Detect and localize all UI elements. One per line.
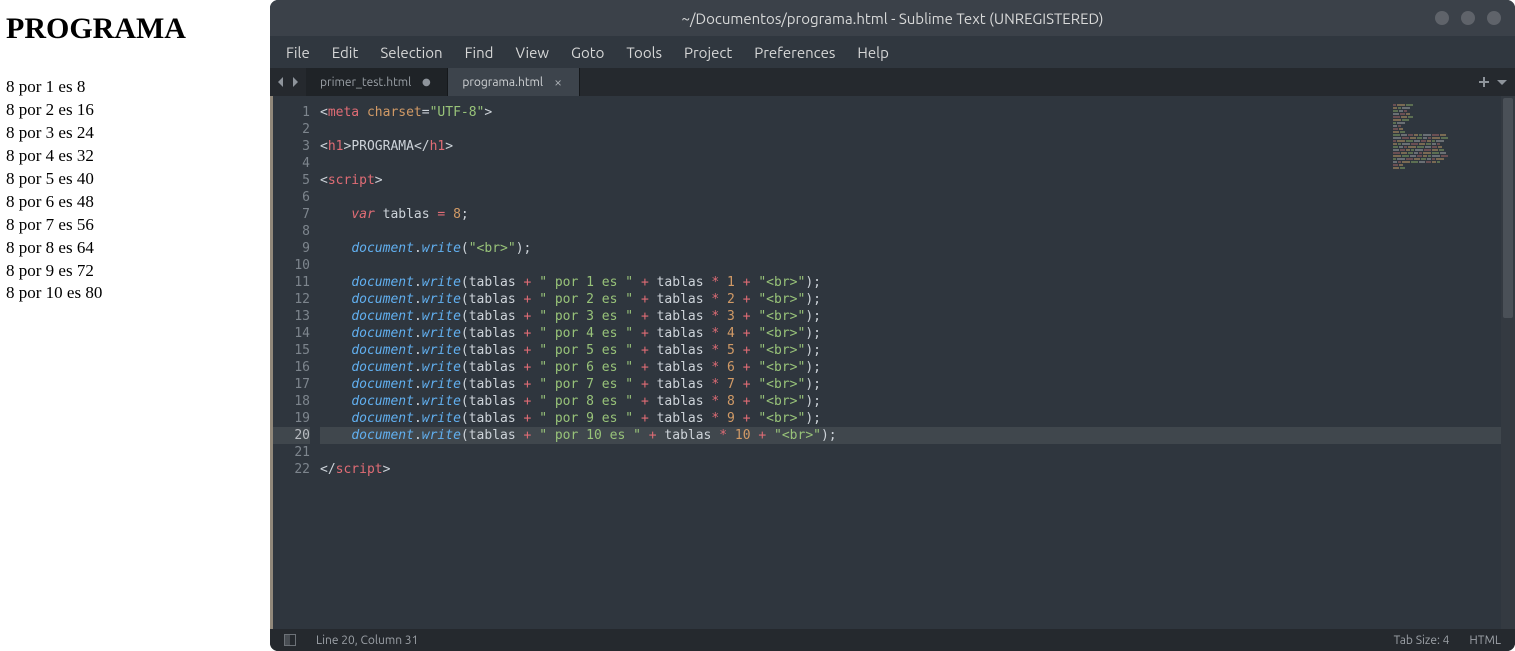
output-line: 8 por 10 es 80 — [6, 282, 264, 305]
output-line: 8 por 2 es 16 — [6, 99, 264, 122]
status-indent[interactable]: Tab Size: 4 — [1394, 634, 1450, 647]
scrollbar-thumb[interactable] — [1503, 98, 1513, 318]
code-line[interactable]: document.write(tablas + " por 3 es " + t… — [320, 308, 1515, 325]
tab-menu-chevron-icon[interactable] — [1497, 77, 1507, 87]
code-line[interactable] — [320, 223, 1515, 240]
code-line[interactable]: var tablas = 8; — [320, 206, 1515, 223]
line-number[interactable]: 13 — [273, 308, 310, 325]
menu-item-find[interactable]: Find — [459, 40, 500, 65]
code-line[interactable]: document.write(tablas + " por 9 es " + t… — [320, 410, 1515, 427]
code-line[interactable] — [320, 444, 1515, 461]
line-number[interactable]: 19 — [273, 410, 310, 427]
code-line[interactable]: document.write(tablas + " por 6 es " + t… — [320, 359, 1515, 376]
window-titlebar[interactable]: ~/Documentos/programa.html - Sublime Tex… — [270, 0, 1515, 36]
code-line[interactable]: </script> — [320, 461, 1515, 478]
menu-item-help[interactable]: Help — [851, 40, 894, 65]
tab-next-icon[interactable] — [290, 77, 300, 87]
code-area[interactable]: <meta charset="UTF-8"> <h1>PROGRAMA</h1> <… — [320, 96, 1515, 629]
output-line: 8 por 4 es 32 — [6, 145, 264, 168]
close-icon[interactable] — [553, 77, 563, 87]
line-number[interactable]: 14 — [273, 325, 310, 342]
line-number[interactable]: 5 — [273, 172, 310, 189]
code-line[interactable]: <script> — [320, 172, 1515, 189]
line-number-gutter[interactable]: 12345678910111213141516171819202122 — [270, 96, 320, 629]
code-line[interactable] — [320, 155, 1515, 172]
output-line: 8 por 3 es 24 — [6, 122, 264, 145]
tab-primer_test-html[interactable]: primer_test.html — [306, 68, 448, 96]
tab-prev-icon[interactable] — [276, 77, 286, 87]
output-heading: PROGRAMA — [6, 12, 264, 46]
code-line[interactable]: document.write("<br>"); — [320, 240, 1515, 257]
status-bar: Line 20, Column 31 Tab Size: 4 HTML — [270, 629, 1515, 651]
line-number[interactable]: 8 — [273, 223, 310, 240]
line-number[interactable]: 21 — [273, 444, 310, 461]
code-line[interactable] — [320, 189, 1515, 206]
code-line[interactable]: document.write(tablas + " por 4 es " + t… — [320, 325, 1515, 342]
window-close-icon[interactable] — [1487, 11, 1501, 25]
line-number[interactable]: 9 — [273, 240, 310, 257]
menu-item-selection[interactable]: Selection — [374, 40, 448, 65]
line-number[interactable]: 6 — [273, 189, 310, 206]
code-line[interactable]: document.write(tablas + " por 1 es " + t… — [320, 274, 1515, 291]
menu-item-view[interactable]: View — [509, 40, 555, 65]
menu-bar: File Edit Selection Find View Goto Tools Projec… — [270, 36, 1515, 68]
line-number[interactable]: 17 — [273, 376, 310, 393]
line-number[interactable]: 18 — [273, 393, 310, 410]
line-number[interactable]: 15 — [273, 342, 310, 359]
line-number[interactable]: 2 — [273, 121, 310, 138]
tab-bar: primer_test.html programa.html — [270, 68, 1515, 96]
window-minimize-icon[interactable] — [1435, 11, 1449, 25]
window-title: ~/Documentos/programa.html - Sublime Tex… — [682, 10, 1104, 27]
line-number[interactable]: 10 — [273, 257, 310, 274]
tab-nav-arrows — [270, 68, 306, 96]
menu-item-preferences[interactable]: Preferences — [748, 40, 841, 65]
menu-item-edit[interactable]: Edit — [326, 40, 365, 65]
output-line: 8 por 1 es 8 — [6, 76, 264, 99]
status-position[interactable]: Line 20, Column 31 — [316, 634, 418, 647]
output-line: 8 por 8 es 64 — [6, 237, 264, 260]
new-tab-icon[interactable] — [1479, 77, 1489, 87]
line-number[interactable]: 12 — [273, 291, 310, 308]
output-lines-container: 8 por 1 es 88 por 2 es 168 por 3 es 248 … — [6, 76, 264, 305]
panel-switch-icon[interactable] — [284, 634, 296, 646]
code-line[interactable]: document.write(tablas + " por 2 es " + t… — [320, 291, 1515, 308]
menu-item-project[interactable]: Project — [678, 40, 738, 65]
line-number[interactable]: 3 — [273, 138, 310, 155]
line-number[interactable]: 20 — [273, 427, 310, 444]
window-controls — [1435, 11, 1501, 25]
output-line: 8 por 7 es 56 — [6, 214, 264, 237]
tab-label: programa.html — [462, 76, 543, 89]
editor-body[interactable]: 12345678910111213141516171819202122 <met… — [270, 96, 1515, 629]
line-number[interactable]: 22 — [273, 461, 310, 478]
code-line[interactable] — [320, 121, 1515, 138]
menu-item-tools[interactable]: Tools — [620, 40, 668, 65]
line-number[interactable]: 16 — [273, 359, 310, 376]
tab-label: primer_test.html — [320, 76, 411, 89]
code-line[interactable] — [320, 257, 1515, 274]
status-syntax[interactable]: HTML — [1469, 634, 1501, 647]
output-line: 8 por 9 es 72 — [6, 260, 264, 283]
tab-programa-html[interactable]: programa.html — [448, 68, 580, 96]
menu-item-file[interactable]: File — [280, 40, 316, 65]
code-line[interactable]: document.write(tablas + " por 5 es " + t… — [320, 342, 1515, 359]
code-line[interactable]: <h1>PROGRAMA</h1> — [320, 138, 1515, 155]
code-line[interactable]: document.write(tablas + " por 8 es " + t… — [320, 393, 1515, 410]
line-number[interactable]: 4 — [273, 155, 310, 172]
code-line[interactable]: document.write(tablas + " por 10 es " + … — [320, 427, 1515, 444]
code-line[interactable]: <meta charset="UTF-8"> — [320, 104, 1515, 121]
minimap[interactable] — [1393, 104, 1493, 156]
line-number[interactable]: 7 — [273, 206, 310, 223]
browser-output-pane: PROGRAMA 8 por 1 es 88 por 2 es 168 por … — [0, 0, 270, 651]
sublime-window: ~/Documentos/programa.html - Sublime Tex… — [270, 0, 1515, 651]
line-number[interactable]: 11 — [273, 274, 310, 291]
output-line: 8 por 5 es 40 — [6, 168, 264, 191]
code-line[interactable]: document.write(tablas + " por 7 es " + t… — [320, 376, 1515, 393]
menu-item-goto[interactable]: Goto — [565, 40, 610, 65]
dirty-indicator-icon[interactable] — [421, 77, 431, 87]
output-line: 8 por 6 es 48 — [6, 191, 264, 214]
line-number[interactable]: 1 — [273, 104, 310, 121]
window-maximize-icon[interactable] — [1461, 11, 1475, 25]
vertical-scrollbar[interactable] — [1501, 96, 1515, 629]
